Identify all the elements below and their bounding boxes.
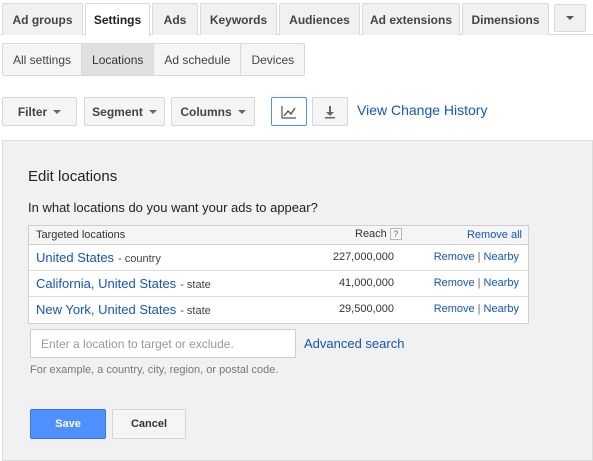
chevron-down-icon	[566, 16, 574, 20]
advanced-search-link[interactable]: Advanced search	[304, 336, 404, 351]
location-input-hint: For example, a country, city, region, or…	[30, 364, 279, 376]
location-name-link[interactable]: New York, United States	[36, 302, 176, 317]
remove-link[interactable]: Remove	[434, 303, 475, 315]
location-name-link[interactable]: United States	[36, 250, 114, 265]
location-type: - state	[180, 305, 211, 317]
row-actions: Remove | Nearby	[433, 277, 519, 289]
location-entry: California, United States - state	[36, 276, 211, 291]
edit-locations-panel: Edit locations In what locations do you …	[2, 140, 593, 461]
remove-link[interactable]: Remove	[434, 251, 475, 263]
targeted-locations-table: Targeted locations Reach ? Remove all Un…	[28, 225, 529, 324]
chevron-down-icon	[148, 109, 157, 114]
filter-button[interactable]: Filter	[2, 97, 77, 126]
table-row: California, United States - state 41,000,…	[29, 271, 528, 297]
tab-audiences[interactable]: Audiences	[279, 3, 360, 35]
save-button[interactable]: Save	[30, 409, 106, 439]
subtab-devices[interactable]: Devices	[241, 44, 304, 75]
panel-title: Edit locations	[28, 168, 118, 185]
location-reach: 227,000,000	[332, 251, 394, 263]
table-header: Targeted locations Reach ? Remove all	[29, 226, 528, 245]
columns-button[interactable]: Columns	[171, 97, 255, 126]
location-type: - state	[180, 279, 211, 291]
chevron-down-icon	[237, 109, 246, 114]
locations-question: In what locations do you want your ads t…	[28, 200, 318, 215]
location-name-link[interactable]: California, United States	[36, 276, 176, 291]
remove-link[interactable]: Remove	[434, 277, 475, 289]
help-icon[interactable]: ?	[389, 228, 402, 240]
tab-ad-extensions[interactable]: Ad extensions	[362, 3, 460, 35]
cancel-button[interactable]: Cancel	[112, 409, 186, 439]
download-icon	[325, 105, 335, 118]
location-entry: United States - country	[36, 250, 161, 265]
download-button[interactable]	[312, 97, 348, 126]
tab-keywords[interactable]: Keywords	[200, 3, 277, 35]
table-row: United States - country 227,000,000 Remov…	[29, 245, 528, 271]
line-chart-icon	[281, 105, 296, 119]
tab-ad-groups[interactable]: Ad groups	[2, 3, 83, 35]
tab-settings[interactable]: Settings	[85, 3, 150, 36]
row-actions: Remove | Nearby	[433, 251, 519, 263]
subtab-all-settings[interactable]: All settings	[3, 44, 83, 75]
remove-all-link[interactable]: Remove all	[467, 229, 522, 241]
subtab-locations[interactable]: Locations	[82, 44, 155, 75]
location-reach: 29,500,000	[338, 303, 394, 315]
location-type: - country	[118, 253, 161, 265]
view-change-history-link[interactable]: View Change History	[357, 102, 487, 118]
location-reach: 41,000,000	[338, 277, 394, 289]
toggle-chart-button[interactable]	[271, 97, 307, 126]
more-tabs-button[interactable]	[554, 4, 586, 32]
tab-ads[interactable]: Ads	[152, 3, 198, 35]
row-actions: Remove | Nearby	[433, 303, 519, 315]
tab-dimensions[interactable]: Dimensions	[462, 3, 549, 35]
nearby-link[interactable]: Nearby	[484, 251, 519, 263]
location-entry: New York, United States - state	[36, 302, 211, 317]
column-header-reach: Reach ?	[355, 228, 402, 240]
table-row: New York, United States - state 29,500,00…	[29, 297, 528, 323]
top-tab-bar: Ad groups Settings Ads Keywords Audience…	[0, 0, 593, 36]
nearby-link[interactable]: Nearby	[484, 303, 519, 315]
chevron-down-icon	[53, 109, 62, 114]
settings-subtabs: All settings Locations Ad schedule Devic…	[2, 43, 306, 76]
column-header-targeted-locations: Targeted locations	[36, 229, 126, 241]
subtab-ad-schedule[interactable]: Ad schedule	[154, 44, 242, 75]
nearby-link[interactable]: Nearby	[484, 277, 519, 289]
location-search-input[interactable]	[30, 329, 296, 358]
segment-button[interactable]: Segment	[84, 97, 165, 126]
